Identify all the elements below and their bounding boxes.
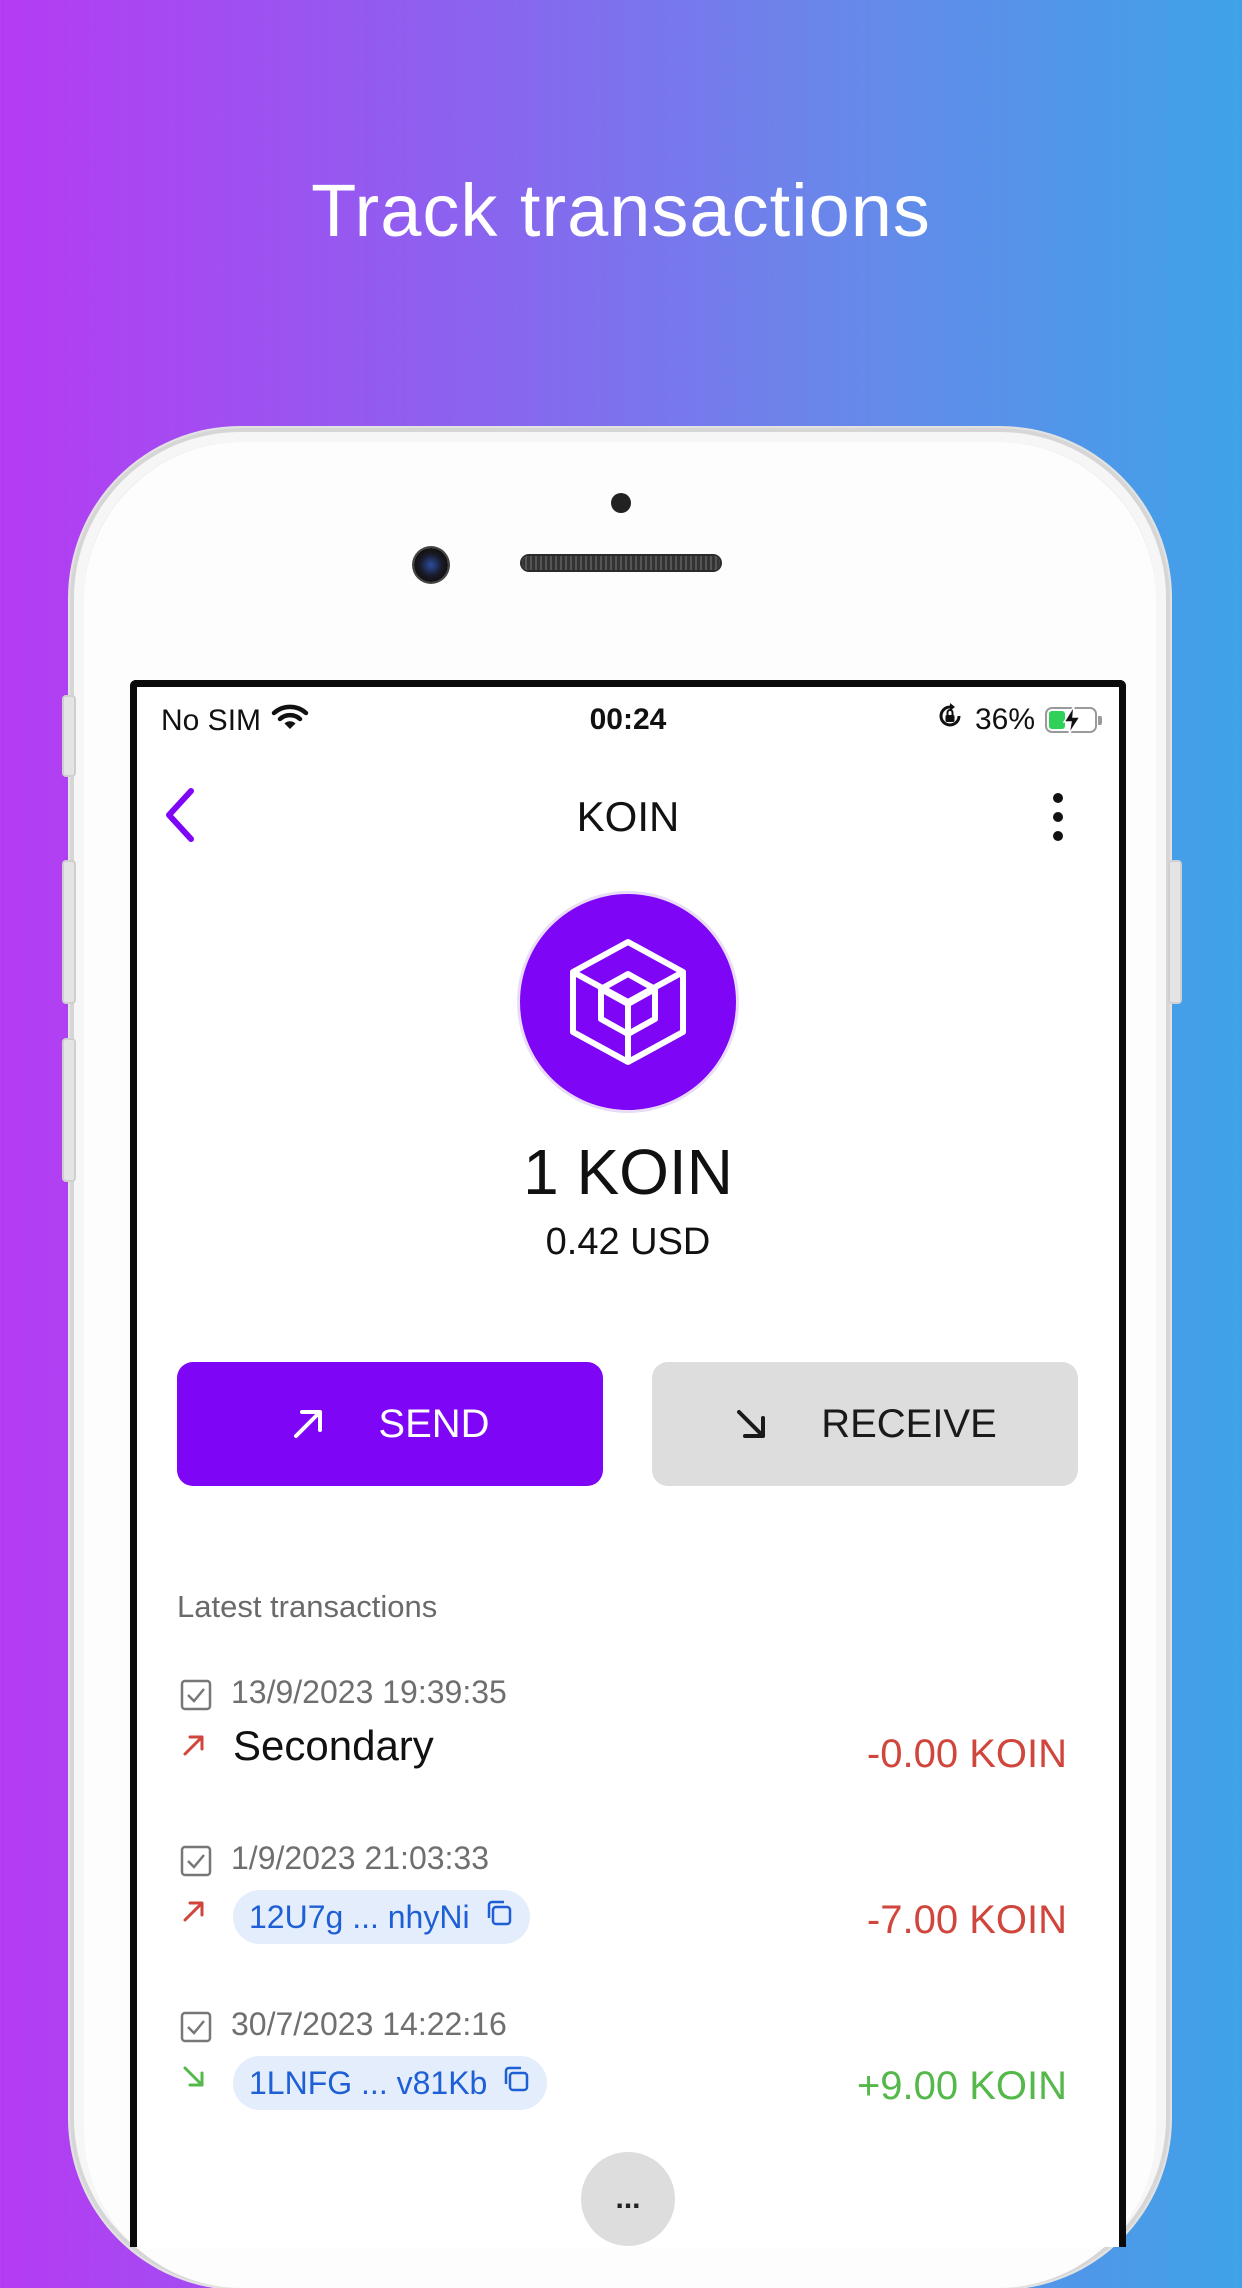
arrow-up-right-icon [290, 1406, 326, 1442]
arrow-down-right-icon [733, 1406, 769, 1442]
token-balance: 1 KOIN [523, 1136, 733, 1208]
checkbox-icon [179, 1844, 213, 1883]
transaction-date: 13/9/2023 19:39:35 [231, 1674, 507, 1710]
transaction-item[interactable]: 30/7/2023 14:22:16 1LNFG ... v81Kb +9.00… [177, 2004, 1067, 2154]
outgoing-arrow-icon [181, 1898, 207, 1929]
phone-volume-down-button [62, 1038, 76, 1182]
orientation-lock-icon [935, 701, 965, 739]
earpiece-speaker [522, 556, 720, 570]
transaction-counterparty: Secondary [233, 1722, 434, 1769]
copy-icon[interactable] [484, 1898, 514, 1936]
more-options-button[interactable] [1051, 793, 1065, 841]
checkbox-icon [179, 2010, 213, 2049]
latest-transactions-heading: Latest transactions [177, 1589, 438, 1624]
transaction-item[interactable]: 1/9/2023 21:03:33 12U7g ... nhyNi -7.00 … [177, 1838, 1067, 1988]
proximity-sensor [611, 493, 631, 513]
phone-side-button [62, 695, 76, 777]
transaction-amount: -0.00 KOIN [866, 1732, 1067, 1776]
send-button[interactable]: SEND [177, 1362, 603, 1486]
battery-charging-icon [1045, 705, 1102, 735]
page-title: KOIN [576, 793, 680, 840]
battery-percent: 36% [974, 703, 1035, 736]
app-screen: No SIM 00:24 36% KOIN 1 KOIN 0.42 USD SE… [130, 680, 1126, 2247]
cube-icon [570, 939, 686, 1065]
receive-button[interactable]: RECEIVE [652, 1362, 1078, 1486]
load-more-button[interactable]: ... [581, 2152, 675, 2246]
headline: Track transactions [311, 169, 931, 252]
phone-volume-up-button [62, 860, 76, 1004]
transaction-item[interactable]: 13/9/2023 19:39:35 Secondary -0.00 KOIN [177, 1672, 1067, 1822]
transaction-amount: +9.00 KOIN [856, 2064, 1067, 2108]
status-bar: No SIM 00:24 36% [137, 687, 1119, 743]
more-vertical-icon [1053, 793, 1063, 803]
transaction-amount: -7.00 KOIN [866, 1898, 1067, 1942]
navigation-bar: KOIN [137, 775, 1119, 855]
address-text: 1LNFG ... v81Kb [249, 2064, 488, 2101]
copy-icon[interactable] [501, 2064, 531, 2102]
outgoing-arrow-icon [181, 1732, 207, 1763]
transaction-date: 1/9/2023 21:03:33 [231, 1840, 490, 1876]
address-chip[interactable]: 12U7g ... nhyNi [233, 1890, 530, 1944]
address-chip[interactable]: 1LNFG ... v81Kb [233, 2056, 548, 2110]
fiat-balance: 0.42 USD [545, 1221, 711, 1263]
incoming-arrow-icon [181, 2064, 207, 2095]
front-camera [414, 548, 448, 582]
send-button-label: SEND [378, 1401, 490, 1446]
phone-power-button [1168, 860, 1182, 1004]
checkbox-icon [179, 1678, 213, 1717]
transaction-date: 30/7/2023 14:22:16 [231, 2006, 507, 2042]
address-text: 12U7g ... nhyNi [249, 1898, 470, 1935]
token-logo [520, 894, 736, 1110]
receive-button-label: RECEIVE [821, 1401, 997, 1446]
